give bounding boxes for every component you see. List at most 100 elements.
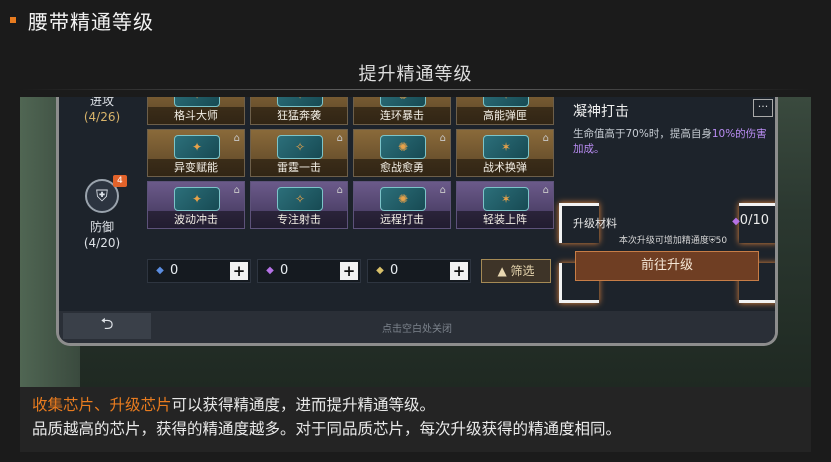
chip-icon: ✦ — [174, 135, 220, 159]
chip-card[interactable]: ✦ ⌂ 波动冲击 — [147, 181, 245, 229]
page-header: 腰带精通等级 — [0, 0, 831, 40]
material-count: 0 — [170, 263, 179, 278]
category-defense-label: 防御 — [89, 220, 114, 234]
add-button[interactable]: + — [450, 262, 468, 280]
chip-card[interactable]: ✺ ⌂ 愈战愈勇 — [353, 129, 451, 177]
purple-chip-icon: ◆ — [732, 216, 740, 227]
category-attack[interactable]: 进攻 (4/26) — [63, 97, 141, 125]
chip-icon: ✶ — [483, 135, 529, 159]
skill-description: 生命值高于70%时，提高自身10%的伤害加成。 — [573, 127, 769, 157]
caption-line-1: 收集芯片、升级芯片可以获得精通度，进而提升精通等级。 — [32, 393, 799, 417]
bottom-bar: ⮌ 点击空白处关闭 — [59, 311, 775, 343]
chip-emblem-icon: ✺ — [397, 192, 409, 206]
chip-label: 连环暴击 — [354, 107, 450, 124]
chip-icon: ✶ — [483, 97, 529, 107]
close-hint[interactable]: 点击空白处关闭 — [59, 320, 775, 335]
chip-icon: ✶ — [483, 187, 529, 211]
category-attack-value: (4/26) — [83, 110, 121, 124]
chip-label: 专注射击 — [251, 211, 347, 228]
section-subtitle: 提升精通等级 — [358, 64, 473, 85]
chip-card[interactable]: ✧ 狂猛奔袭 — [250, 97, 348, 125]
mastery-icon: ⛨ — [708, 236, 716, 246]
lock-icon: ⌂ — [336, 133, 343, 144]
filter-button[interactable]: ▲ 筛选 — [481, 259, 551, 283]
add-button[interactable]: + — [230, 262, 248, 280]
upgrade-hint-value: 50 — [715, 236, 728, 246]
chip-card[interactable]: ✦ 格斗大师 — [147, 97, 245, 125]
material-slot-purple: ◆ 0 + — [257, 259, 361, 283]
chip-label: 战术换弹 — [457, 159, 553, 176]
add-button[interactable]: + — [340, 262, 358, 280]
chip-emblem-icon: ✦ — [175, 97, 219, 102]
chip-emblem-icon: ✶ — [500, 192, 512, 206]
chip-emblem-icon: ✺ — [381, 97, 425, 102]
lock-icon: ⌂ — [439, 185, 446, 196]
subtitle-divider — [20, 89, 811, 90]
category-defense-value: (4/20) — [83, 236, 121, 250]
lock-icon: ⌂ — [439, 133, 446, 144]
chip-label: 轻装上阵 — [457, 211, 553, 228]
chip-label: 波动冲击 — [148, 211, 244, 228]
chip-icon: ✺ — [380, 135, 426, 159]
chip-emblem-icon: ✧ — [278, 97, 322, 102]
lock-icon: ⌂ — [233, 185, 240, 196]
filter-icon: ▲ — [497, 264, 511, 278]
upgrade-card: 升级材料 ◆0/10 本次升级可增加精通度⛨50 前往升级 — [559, 203, 775, 303]
chip-card[interactable]: ✧ ⌂ 专注射击 — [250, 181, 348, 229]
title-marker — [10, 17, 16, 23]
chip-label: 高能弹匣 — [457, 107, 553, 124]
chip-icon: ✺ — [380, 97, 426, 107]
skill-detail-panel: 凝神打击 ··· 生命值高于70%时，提高自身10%的伤害加成。 升级材料 ◆0… — [559, 97, 775, 313]
game-screenshot: 进攻 (4/26) 4 ⛨ 防御 (4/20) ✦ 格斗大师 ✧ 狂猛奔袭 ✺ 连环暴击 ✶… — [20, 97, 811, 387]
lock-icon: ⌂ — [542, 133, 549, 144]
notification-badge: 4 — [113, 175, 127, 187]
upgrade-material-count: ◆0/10 — [732, 213, 769, 228]
upgrade-material-label: 升级材料 — [573, 217, 617, 230]
device-frame: 进攻 (4/26) 4 ⛨ 防御 (4/20) ✦ 格斗大师 ✧ 狂猛奔袭 ✺ 连环暴击 ✶… — [56, 97, 778, 346]
upgrade-count-value: 0/10 — [739, 213, 769, 228]
chip-label: 异变赋能 — [148, 159, 244, 176]
chip-label: 远程打击 — [354, 211, 450, 228]
caption-line-2: 品质越高的芯片，获得的精通度越多。对于同品质芯片，每次升级获得的精通度相同。 — [32, 420, 622, 438]
chip-emblem-icon: ✦ — [191, 140, 203, 154]
caption-accent: 收集芯片、升级芯片 — [32, 396, 172, 414]
upgrade-hint-text: 本次升级可增加精通度 — [618, 236, 709, 246]
blue-chip-icon: ◆ — [156, 265, 164, 276]
material-row: ◆ 0 + ◆ 0 + ◆ 0 + ▲ 筛选 — [147, 259, 602, 287]
material-count: 0 — [280, 263, 289, 278]
gold-chip-icon: ◆ — [376, 265, 384, 276]
material-count: 0 — [390, 263, 399, 278]
go-upgrade-button[interactable]: 前往升级 — [575, 251, 759, 281]
caption-line-1-rest: 可以获得精通度，进而提升精通等级。 — [171, 396, 436, 414]
more-options-button[interactable]: ··· — [753, 99, 773, 117]
caption-box: 收集芯片、升级芯片可以获得精通度，进而提升精通等级。 品质越高的芯片，获得的精通… — [20, 387, 811, 452]
chip-emblem-icon: ✧ — [294, 192, 306, 206]
chip-card[interactable]: ✶ 高能弹匣 — [456, 97, 554, 125]
page-title: 腰带精通等级 — [28, 9, 154, 34]
skill-title: 凝神打击 — [573, 104, 629, 120]
purple-chip-icon: ◆ — [266, 265, 274, 276]
chip-card[interactable]: ✶ ⌂ 战术换弹 — [456, 129, 554, 177]
chip-emblem-icon: ✶ — [500, 140, 512, 154]
material-slot-blue: ◆ 0 + — [147, 259, 251, 283]
chip-icon: ✦ — [174, 97, 220, 107]
chip-icon: ✦ — [174, 187, 220, 211]
chip-emblem-icon: ✦ — [191, 192, 203, 206]
lock-icon: ⌂ — [542, 185, 549, 196]
chip-icon: ✧ — [277, 187, 323, 211]
chip-emblem-icon: ✶ — [484, 97, 528, 102]
chip-label: 雷霆一击 — [251, 159, 347, 176]
chip-card[interactable]: ✺ ⌂ 远程打击 — [353, 181, 451, 229]
chip-card[interactable]: ✦ ⌂ 异变赋能 — [147, 129, 245, 177]
material-slot-gold: ◆ 0 + — [367, 259, 471, 283]
chip-label: 格斗大师 — [148, 107, 244, 124]
chip-card[interactable]: ✶ ⌂ 轻装上阵 — [456, 181, 554, 229]
chip-card[interactable]: ✧ ⌂ 雷霆一击 — [250, 129, 348, 177]
chip-label: 愈战愈勇 — [354, 159, 450, 176]
chip-card[interactable]: ✺ 连环暴击 — [353, 97, 451, 125]
category-defense[interactable]: 4 ⛨ 防御 (4/20) — [63, 175, 141, 251]
filter-label: 筛选 — [510, 264, 535, 278]
lock-icon: ⌂ — [336, 185, 343, 196]
section-subtitle-wrap: 提升精通等级 — [0, 60, 831, 90]
chip-emblem-icon: ✺ — [397, 140, 409, 154]
